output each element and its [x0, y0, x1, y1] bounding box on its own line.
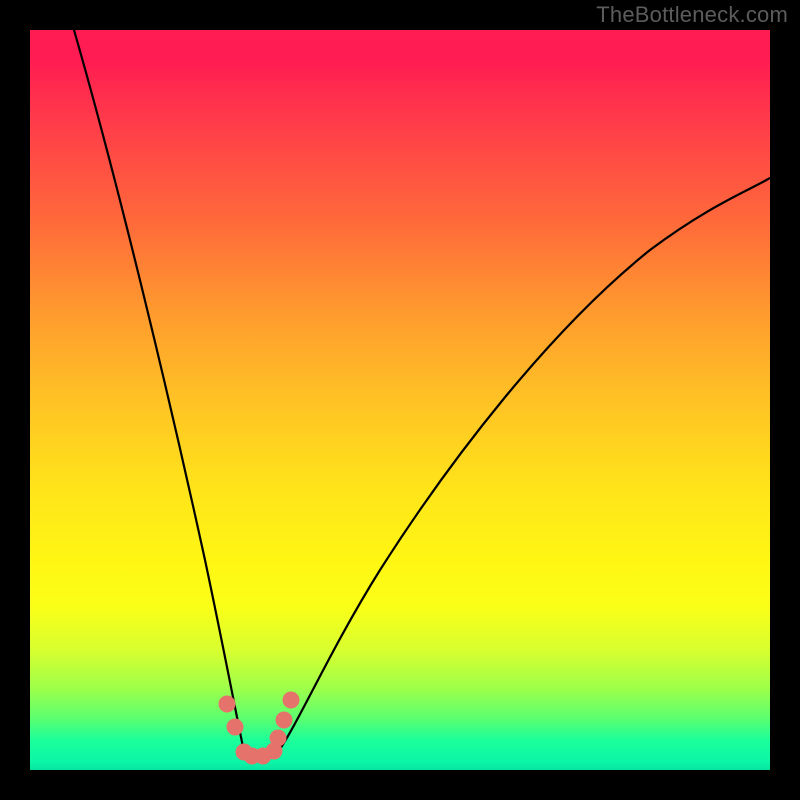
curve-marker	[283, 692, 300, 709]
plot-area	[30, 30, 770, 770]
watermark-text: TheBottleneck.com	[596, 2, 788, 28]
curve-marker	[227, 719, 244, 736]
chart-frame: TheBottleneck.com	[0, 0, 800, 800]
curve-marker	[219, 696, 236, 713]
bottleneck-curve	[30, 30, 770, 770]
curve-marker	[270, 730, 287, 747]
curve-marker	[276, 712, 293, 729]
curve-left-branch	[74, 30, 244, 752]
curve-right-branch	[278, 178, 770, 752]
